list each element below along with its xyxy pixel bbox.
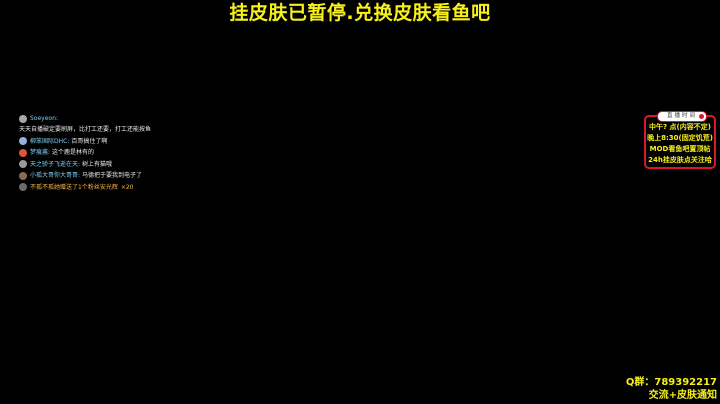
avatar xyxy=(19,148,27,157)
schedule-line: 24h挂皮肤点关注哈 xyxy=(648,156,712,164)
chat-message-text: 马德把于要我到电子了 xyxy=(82,172,143,179)
record-dot-icon xyxy=(699,114,704,119)
chat-username: 柳笨国际DHC: xyxy=(30,137,70,145)
avatar xyxy=(19,137,27,145)
gift-count: ×20 xyxy=(120,183,134,191)
schedule-line: 中午? 点(内容不定) xyxy=(649,123,711,131)
chat-message: 天之骄子飞逝在天: 树上有猫哦 xyxy=(19,159,259,170)
schedule-line: MOD看鱼吧置顶帖 xyxy=(649,145,711,153)
chat-username: 小孤大哥你大哥哥: xyxy=(30,172,81,179)
avatar xyxy=(19,183,27,191)
chat-message-text: 百哥搞住了啊 xyxy=(71,137,108,145)
chat-message-text: 不孤不孤她赠送了1个粉丝安光辉 xyxy=(30,183,118,191)
chat-username: Soeyeon: xyxy=(30,115,58,122)
schedule-header-label: 直播时间 xyxy=(666,113,697,119)
chat-message: 柳笨国际DHC: 百哥搞住了啊 xyxy=(19,136,259,147)
chat-message: 梦痕酱: 这个鹿是林有的 xyxy=(19,147,259,158)
chat-username: 梦痕酱: xyxy=(30,149,51,156)
footer-info: Q群：789392217 交流+皮肤通知 xyxy=(626,376,717,402)
avatar xyxy=(19,114,27,123)
chat-username: 天之骄子飞逝在天: xyxy=(30,160,81,168)
avatar xyxy=(19,160,27,168)
schedule-header: 直播时间 xyxy=(657,111,707,122)
chat-message: 小孤大哥你大哥哥: 马德把于要我到电子了 xyxy=(19,170,259,181)
schedule-panel: 直播时间 中午? 点(内容不定) 晚上8:30(固定饥荒) MOD看鱼吧置顶帖 … xyxy=(644,111,716,169)
chat-message-text: 树上有猫哦 xyxy=(82,160,113,168)
footer-note: 交流+皮肤通知 xyxy=(648,390,717,401)
chat-message-text: 天天自播破定要刷屏，比打工还要，打工还能按鱼 xyxy=(19,125,152,133)
chat-message-text: 这个鹿是林有的 xyxy=(52,149,95,156)
qq-group-text: Q群：789392217 xyxy=(625,377,717,388)
chat-overlay: Soeyeon: 天天自播破定要刷屏，比打工还要，打工还能按鱼 柳笨国际DHC:… xyxy=(19,113,259,193)
stream-banner-title: 挂皮肤已暂停.兑换皮肤看鱼吧 xyxy=(229,2,491,24)
schedule-line: 晚上8:30(固定饥荒) xyxy=(647,134,713,142)
avatar xyxy=(19,171,27,180)
chat-message: Soeyeon: xyxy=(19,113,259,124)
chat-gift-message: 不孤不孤她赠送了1个粉丝安光辉 ×20 xyxy=(19,182,259,193)
